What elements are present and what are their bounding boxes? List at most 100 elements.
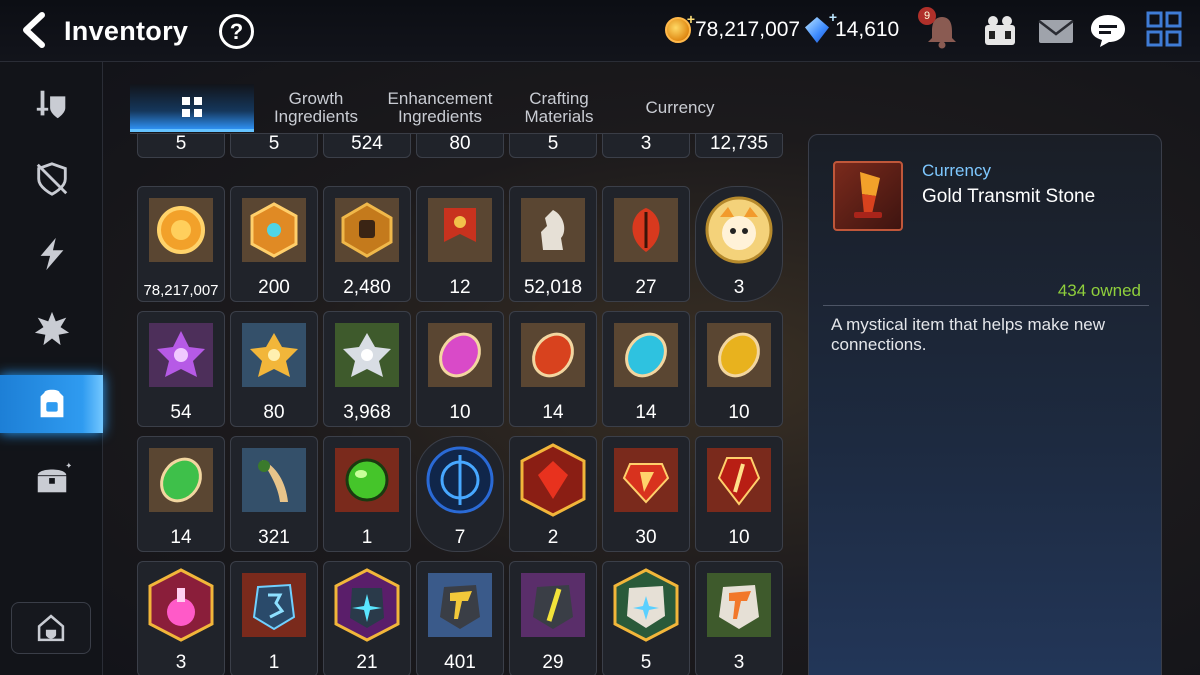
splash-icon bbox=[34, 311, 69, 346]
item-slot[interactable]: 12,735 bbox=[695, 134, 783, 158]
item-count: 10 bbox=[449, 402, 471, 423]
item-slot[interactable]: 3 bbox=[602, 134, 690, 158]
gold-coin-icon: + bbox=[665, 11, 695, 43]
sidebar-item-materials[interactable] bbox=[0, 375, 103, 433]
menu-button[interactable] bbox=[1146, 11, 1186, 51]
red-shard-icon bbox=[702, 443, 776, 517]
item-slot[interactable]: 200 bbox=[230, 186, 318, 302]
item-count: 29 bbox=[542, 652, 564, 673]
item-count: 27 bbox=[635, 277, 657, 298]
item-slot[interactable]: 1 bbox=[323, 436, 411, 552]
item-slot[interactable]: 3 bbox=[695, 186, 783, 302]
gold-amount: 78,217,007 bbox=[695, 18, 801, 41]
notification-button[interactable]: 9 bbox=[918, 7, 962, 51]
item-count: 1 bbox=[268, 652, 280, 673]
gold-stone-icon bbox=[423, 568, 497, 642]
item-slot[interactable]: 12 bbox=[416, 186, 504, 302]
item-slot[interactable]: 30 bbox=[602, 436, 690, 552]
sidebar-item-catalysts[interactable] bbox=[0, 225, 103, 283]
fist-emblem-icon bbox=[330, 193, 404, 267]
chevron-left-icon bbox=[23, 12, 45, 48]
tab-crafting-materials[interactable]: Crafting Materials bbox=[502, 84, 616, 132]
guild-house-icon bbox=[37, 614, 65, 642]
item-slot[interactable]: 401 bbox=[416, 561, 504, 675]
item-slot[interactable]: 10 bbox=[695, 311, 783, 427]
item-slot[interactable]: 52,018 bbox=[509, 186, 597, 302]
item-slot[interactable]: 3 bbox=[695, 561, 783, 675]
item-slot[interactable]: 5 bbox=[509, 134, 597, 158]
item-slot[interactable]: 1 bbox=[230, 561, 318, 675]
sidebar-item-equipment[interactable] bbox=[0, 75, 103, 133]
green-orb-icon bbox=[330, 443, 404, 517]
item-count: 10 bbox=[728, 527, 750, 548]
item-slot[interactable]: 5 bbox=[602, 561, 690, 675]
item-slot[interactable]: 7 bbox=[416, 436, 504, 552]
sidebar-item-artifacts[interactable] bbox=[0, 150, 103, 208]
item-count: 14 bbox=[542, 402, 564, 423]
item-count: 3,968 bbox=[343, 402, 391, 423]
crystal-icon: + bbox=[805, 9, 837, 43]
item-slot[interactable]: 2 bbox=[509, 436, 597, 552]
item-count: 54 bbox=[170, 402, 192, 423]
sword-shield-icon bbox=[36, 90, 65, 119]
item-grid[interactable]: 5 5 524 80 5 3 12,735 78,217,007 200 2,4… bbox=[130, 134, 790, 675]
back-button[interactable] bbox=[14, 10, 54, 50]
item-slot[interactable]: 78,217,007 bbox=[137, 186, 225, 302]
root-herb-icon bbox=[237, 443, 311, 517]
item-slot[interactable]: 14 bbox=[509, 311, 597, 427]
guild-button[interactable] bbox=[11, 602, 91, 654]
item-count: 21 bbox=[356, 652, 378, 673]
tab-growth-ingredients[interactable]: Growth Ingredients bbox=[254, 84, 378, 132]
sidebar-item-special[interactable] bbox=[0, 300, 103, 358]
sidebar-item-chests[interactable]: ✦ bbox=[0, 450, 103, 508]
item-count: 401 bbox=[444, 652, 476, 673]
item-count: 5 bbox=[640, 652, 652, 673]
item-slot[interactable]: 5 bbox=[137, 134, 225, 158]
tab-all[interactable] bbox=[130, 84, 254, 132]
item-slot[interactable]: 10 bbox=[695, 436, 783, 552]
item-slot[interactable]: 3 bbox=[137, 561, 225, 675]
crystal-counter[interactable]: + 14,610 bbox=[805, 9, 899, 43]
tab-enhancement-ingredients[interactable]: Enhancement Ingredients bbox=[378, 84, 502, 132]
item-count: 524 bbox=[351, 134, 383, 154]
purple-flower-icon bbox=[144, 318, 218, 392]
item-slot[interactable]: 321 bbox=[230, 436, 318, 552]
item-slot[interactable]: 14 bbox=[602, 311, 690, 427]
item-slot[interactable]: 3,968 bbox=[323, 311, 411, 427]
divider bbox=[823, 305, 1149, 306]
item-count: 78,217,007 bbox=[143, 282, 219, 299]
item-slot[interactable]: 14 bbox=[137, 436, 225, 552]
help-button[interactable]: ? bbox=[219, 14, 254, 49]
grid-menu-icon bbox=[1146, 11, 1182, 47]
shield-icon bbox=[36, 162, 67, 196]
item-slot[interactable]: 10 bbox=[416, 311, 504, 427]
blue-sigil-icon bbox=[423, 443, 497, 517]
item-slot[interactable]: 29 bbox=[509, 561, 597, 675]
item-slot[interactable]: 2,480 bbox=[323, 186, 411, 302]
item-count: 12,735 bbox=[709, 134, 769, 154]
mail-button[interactable] bbox=[1036, 11, 1076, 51]
item-slot[interactable]: 27 bbox=[602, 186, 690, 302]
tab-currency[interactable]: Currency bbox=[616, 84, 744, 132]
gold-counter[interactable]: + 78,217,007 bbox=[665, 11, 801, 43]
svg-text:✦: ✦ bbox=[65, 461, 71, 471]
friends-button[interactable] bbox=[980, 11, 1020, 51]
item-slot[interactable]: 524 bbox=[323, 134, 411, 158]
item-description: A mystical item that helps make new conn… bbox=[831, 315, 1106, 354]
item-slot[interactable]: 21 bbox=[323, 561, 411, 675]
chat-button[interactable] bbox=[1088, 11, 1128, 51]
chat-icon bbox=[1091, 15, 1125, 47]
item-slot[interactable]: 54 bbox=[137, 311, 225, 427]
item-slot[interactable]: 80 bbox=[230, 311, 318, 427]
item-slot[interactable]: 5 bbox=[230, 134, 318, 158]
item-count: 3 bbox=[733, 652, 745, 673]
silver-flower-icon bbox=[330, 318, 404, 392]
item-count: 12 bbox=[449, 277, 471, 298]
item-owned-count: 434 owned bbox=[1057, 281, 1141, 300]
orange-stone-icon bbox=[702, 568, 776, 642]
item-count: 30 bbox=[635, 527, 657, 548]
war-banner-icon bbox=[423, 193, 497, 267]
item-slot[interactable]: 80 bbox=[416, 134, 504, 158]
pink-rune-icon bbox=[423, 318, 497, 392]
item-count: 2 bbox=[547, 527, 559, 548]
